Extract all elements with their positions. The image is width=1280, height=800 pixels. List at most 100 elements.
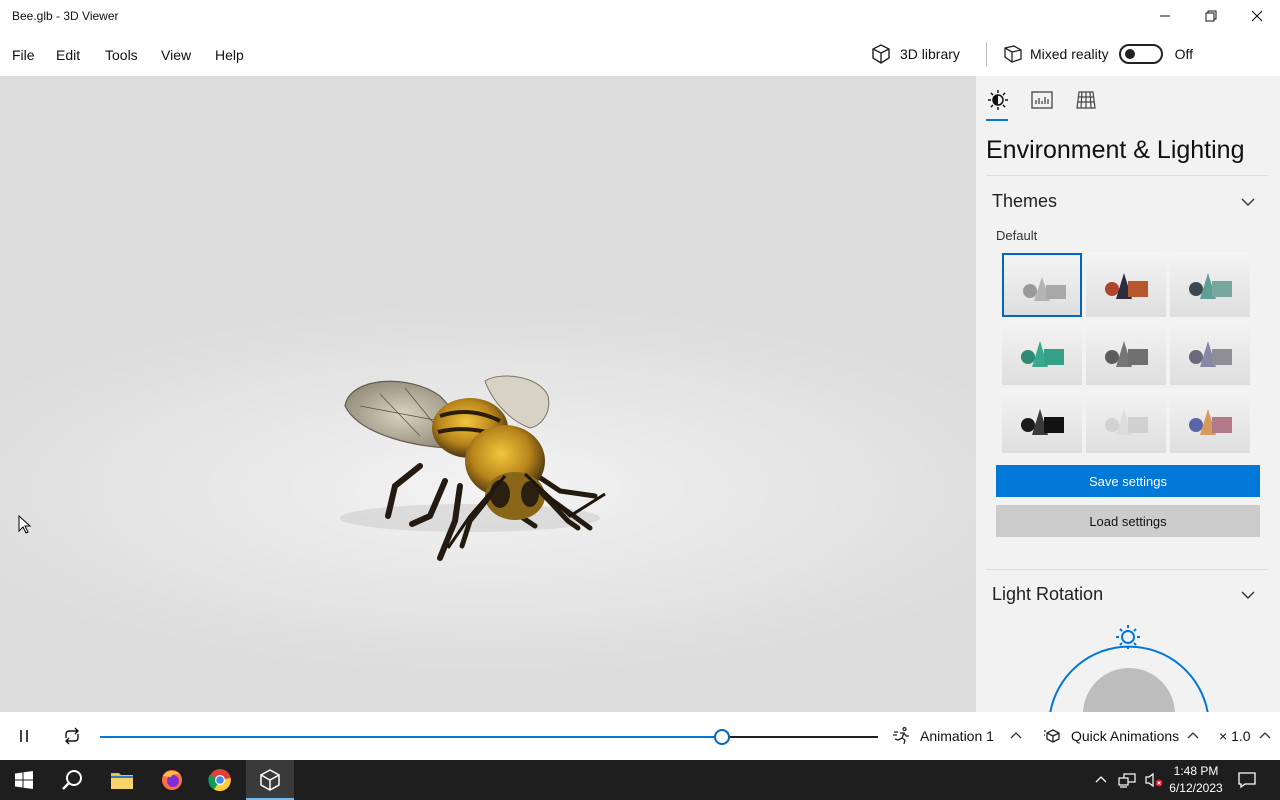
panel-heading: Environment & Lighting xyxy=(986,136,1245,164)
minimize-button[interactable] xyxy=(1142,0,1188,32)
3d-viewport[interactable] xyxy=(0,76,976,712)
close-button[interactable] xyxy=(1234,0,1280,32)
clock-time: 1:48 PM xyxy=(1173,764,1219,778)
start-button[interactable] xyxy=(0,760,48,800)
3d-viewer-icon xyxy=(260,769,280,791)
minimize-icon xyxy=(1160,15,1170,17)
system-clock[interactable]: 1:48 PM 6/12/2023 xyxy=(1164,763,1228,797)
stats-icon[interactable] xyxy=(1030,88,1054,112)
mixed-reality-state: Off xyxy=(1174,46,1194,62)
themes-section-title[interactable]: Themes xyxy=(992,191,1057,212)
theme-tile[interactable] xyxy=(1170,253,1250,317)
cube-icon xyxy=(872,44,890,64)
3d-library-button[interactable]: 3D library xyxy=(870,32,960,76)
mouse-cursor-icon xyxy=(18,515,32,534)
theme-tile[interactable] xyxy=(1170,321,1250,385)
chevron-down-icon[interactable] xyxy=(1240,587,1256,603)
loop-icon[interactable] xyxy=(62,726,82,746)
sun-handle-icon[interactable] xyxy=(1116,625,1140,649)
animation-selector[interactable]: Animation 1 xyxy=(892,712,1022,760)
chevron-up-icon[interactable] xyxy=(1187,730,1199,742)
firefox-button[interactable] xyxy=(148,760,196,800)
system-tray xyxy=(1094,760,1164,800)
environment-panel: Environment & Lighting Themes Default Sa… xyxy=(976,76,1280,712)
animation-timeline[interactable] xyxy=(100,729,878,745)
theme-tile[interactable] xyxy=(1002,321,1082,385)
theme-preview-icon xyxy=(1105,341,1148,367)
chrome-icon xyxy=(208,769,231,792)
notifications-icon xyxy=(1238,772,1256,789)
theme-preview-icon xyxy=(1105,409,1148,435)
theme-preview-icon xyxy=(1189,273,1232,299)
close-icon xyxy=(1251,10,1263,22)
animation-bar: Animation 1 Quick Animations × 1.0 xyxy=(0,712,1280,760)
themes-grid xyxy=(1002,253,1252,453)
restore-icon xyxy=(1205,10,1217,22)
firefox-icon xyxy=(162,770,182,790)
volume-muted-icon[interactable] xyxy=(1144,772,1164,788)
grid-icon[interactable] xyxy=(1074,88,1098,112)
bee-model[interactable] xyxy=(0,76,976,712)
animation-label: Animation 1 xyxy=(920,728,994,744)
divider xyxy=(986,175,1268,176)
theme-tile[interactable] xyxy=(1002,389,1082,453)
speed-label: × 1.0 xyxy=(1219,728,1251,744)
menu-edit[interactable]: Edit xyxy=(56,47,80,63)
3d-viewer-taskbar-button[interactable] xyxy=(246,760,294,800)
theme-tile[interactable] xyxy=(1086,253,1166,317)
active-tab-indicator xyxy=(986,119,1008,121)
chrome-button[interactable] xyxy=(196,760,244,800)
menu-file[interactable]: File xyxy=(12,47,35,63)
taskbar: 1:48 PM 6/12/2023 xyxy=(0,760,1280,800)
search-icon xyxy=(62,770,82,790)
running-figure-icon xyxy=(893,726,909,745)
mixed-reality-group: Mixed reality Off xyxy=(1002,32,1193,76)
light-rotation-section-title[interactable]: Light Rotation xyxy=(992,584,1103,605)
divider xyxy=(986,569,1268,570)
chevron-down-icon[interactable] xyxy=(1240,194,1256,210)
windows-logo-icon xyxy=(15,771,33,789)
theme-tile-default[interactable] xyxy=(1002,253,1082,317)
title-bar: Bee.glb - 3D Viewer xyxy=(0,0,1280,32)
theme-preview-icon xyxy=(1189,409,1232,435)
file-explorer-button[interactable] xyxy=(98,760,146,800)
theme-preview-icon xyxy=(1105,273,1148,299)
theme-tile[interactable] xyxy=(1086,321,1166,385)
save-settings-button[interactable]: Save settings xyxy=(996,465,1260,497)
theme-preview-icon xyxy=(1189,341,1232,367)
theme-preview-icon xyxy=(1021,409,1064,435)
quick-animations-selector[interactable]: Quick Animations xyxy=(1043,712,1199,760)
sun-icon[interactable] xyxy=(986,88,1010,112)
chevron-up-icon[interactable] xyxy=(1010,730,1022,742)
folder-icon xyxy=(111,773,133,789)
restore-button[interactable] xyxy=(1188,0,1234,32)
speed-selector[interactable]: × 1.0 xyxy=(1219,712,1271,760)
3d-library-label: 3D library xyxy=(900,46,960,62)
mixed-reality-toggle[interactable] xyxy=(1118,44,1163,64)
network-icon[interactable] xyxy=(1118,772,1136,788)
menu-bar: File Edit Tools View Help 3D library Mix… xyxy=(0,32,1280,76)
notifications-button[interactable] xyxy=(1238,760,1256,800)
theme-preview-icon xyxy=(1021,341,1064,367)
menu-help[interactable]: Help xyxy=(215,47,244,63)
quick-animation-icon xyxy=(1044,729,1060,743)
chevron-up-icon[interactable] xyxy=(1094,773,1108,787)
mixed-reality-label: Mixed reality xyxy=(1030,46,1109,62)
theme-preview-icon xyxy=(1023,277,1066,301)
selected-theme-label: Default xyxy=(996,228,1038,243)
chevron-up-icon[interactable] xyxy=(1259,730,1271,742)
pause-icon[interactable] xyxy=(16,728,32,744)
toolbar-divider xyxy=(986,42,987,66)
timeline-progress xyxy=(100,736,722,738)
menu-view[interactable]: View xyxy=(161,47,191,63)
load-settings-button[interactable]: Load settings xyxy=(996,505,1260,537)
menu-tools[interactable]: Tools xyxy=(105,47,138,63)
theme-tile[interactable] xyxy=(1086,389,1166,453)
timeline-thumb[interactable] xyxy=(714,729,730,745)
search-button[interactable] xyxy=(48,760,96,800)
window-title: Bee.glb - 3D Viewer xyxy=(12,9,119,23)
light-rotation-dial[interactable] xyxy=(1036,618,1226,712)
quick-animations-label: Quick Animations xyxy=(1071,728,1180,744)
theme-tile[interactable] xyxy=(1170,389,1250,453)
mixed-reality-icon xyxy=(1004,45,1022,63)
